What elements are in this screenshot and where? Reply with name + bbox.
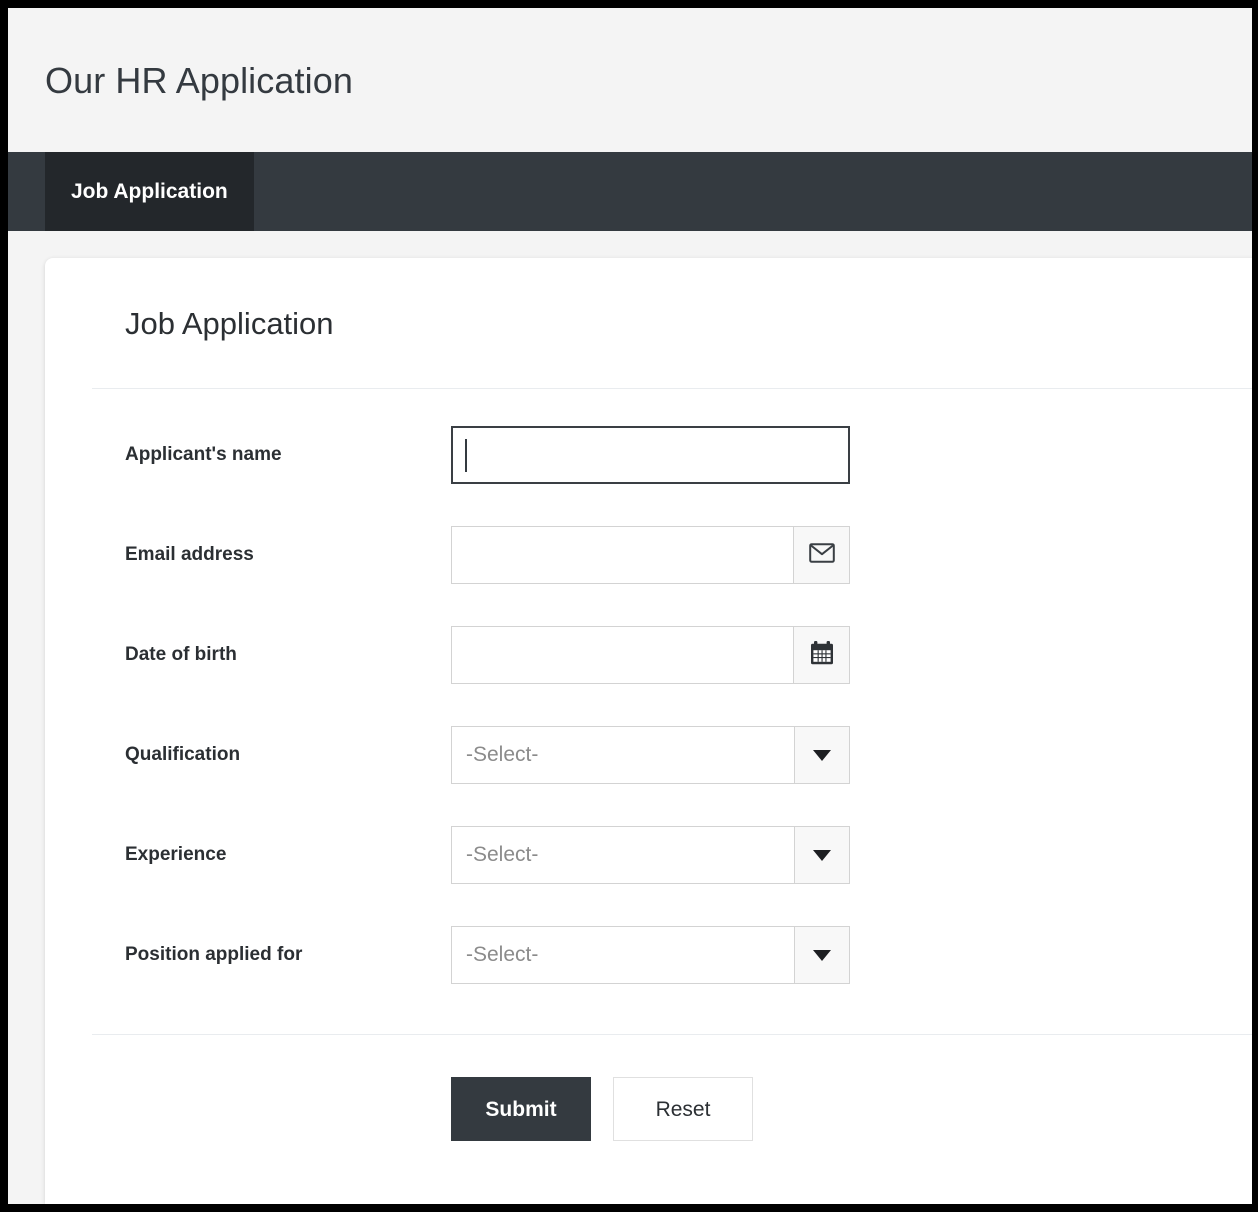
label-qualification: Qualification [125,744,241,765]
page-title: Our HR Application [45,60,353,101]
browser-viewport: Our HR Application Job Application Job A… [8,8,1252,1204]
date-picker-addon-button[interactable] [794,626,850,684]
qualification-select[interactable]: -Select- [451,726,794,784]
navbar: Job Application [8,152,1252,231]
qualification-select-value: -Select- [466,743,539,766]
tab-label: Job Application [71,179,228,203]
envelope-icon [808,542,835,568]
divider-top [92,388,1252,389]
qualification-select-toggle[interactable] [794,726,850,784]
chevron-down-icon [813,749,831,761]
label-applicant-name: Applicant's name [125,444,282,465]
reset-button[interactable]: Reset [613,1077,753,1141]
email-addon-button[interactable] [794,526,850,584]
form-row-applicant-name: Applicant's name [45,426,1252,484]
form-row-experience: Experience -Select- [45,826,1252,884]
screenshot-frame: Our HR Application Job Application Job A… [0,0,1258,1212]
date-of-birth-input[interactable] [451,626,794,684]
label-experience: Experience [125,844,227,865]
field-position-applied-for: -Select- [451,926,850,984]
label-email-address: Email address [125,544,254,565]
field-qualification: -Select- [451,726,850,784]
experience-select-value: -Select- [466,843,539,866]
chevron-down-icon [813,849,831,861]
position-select-toggle[interactable] [794,926,850,984]
field-experience: -Select- [451,826,850,884]
tab-job-application[interactable]: Job Application [45,152,254,231]
applicant-name-input[interactable] [451,426,850,484]
job-application-card: Job Application Applicant's name Email a… [45,258,1252,1204]
divider-bottom [92,1034,1252,1035]
experience-select-toggle[interactable] [794,826,850,884]
submit-button[interactable]: Submit [451,1077,591,1141]
position-select-value: -Select- [466,943,539,966]
form-row-date-of-birth: Date of birth [45,626,1252,684]
email-input[interactable] [451,526,794,584]
position-select[interactable]: -Select- [451,926,794,984]
chevron-down-icon [813,949,831,961]
form-actions: Submit Reset [451,1077,753,1141]
field-applicant-name [451,426,850,484]
text-caret [465,439,467,472]
field-email-address [451,526,850,584]
form-row-email: Email address [45,526,1252,584]
form-row-qualification: Qualification -Select- [45,726,1252,784]
field-date-of-birth [451,626,850,684]
app-header: Our HR Application [8,8,1252,152]
content-area: Job Application Applicant's name Email a… [8,231,1252,1204]
card-title: Job Application [125,306,334,341]
calendar-icon [809,640,835,671]
experience-select[interactable]: -Select- [451,826,794,884]
label-date-of-birth: Date of birth [125,644,237,665]
label-position-applied-for: Position applied for [125,944,303,965]
form-row-position: Position applied for -Select- [45,926,1252,984]
